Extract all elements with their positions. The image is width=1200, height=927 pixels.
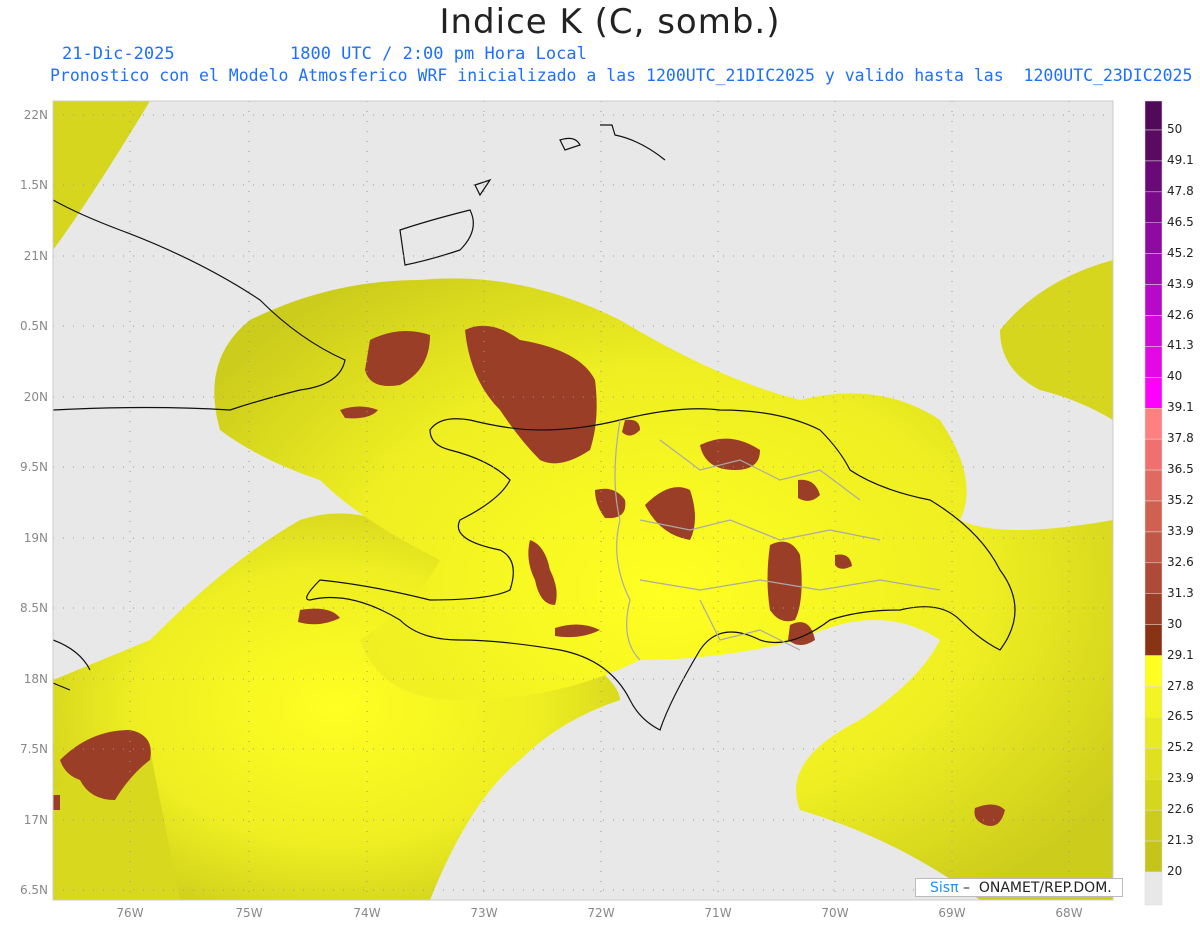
colorbar-swatch: [1144, 624, 1163, 656]
colorbar: [1144, 100, 1163, 906]
colorbar-label: 43.9: [1167, 276, 1194, 291]
credit-box: Sisπ – ONAMET/REP.DOM.: [915, 878, 1123, 897]
latitude-label: 8.5N: [20, 601, 48, 615]
latitude-label: 1.5N: [20, 178, 48, 192]
colorbar-label: 23.9: [1167, 771, 1194, 786]
latitude-label: 19N: [24, 531, 48, 545]
longitude-label: 75W: [235, 906, 262, 920]
colorbar-label: 45.2: [1167, 245, 1194, 260]
latitude-label: 0.5N: [20, 319, 48, 333]
colorbar-swatch: [1144, 160, 1163, 193]
colorbar-swatch: [1144, 129, 1163, 162]
colorbar-label: 25.2: [1167, 740, 1194, 755]
colorbar-swatch: [1144, 779, 1163, 811]
forecast-time: 1800 UTC / 2:00 pm Hora Local: [290, 44, 587, 64]
longitude-label: 69W: [938, 906, 965, 920]
latitude-label: 7.5N: [20, 742, 48, 756]
colorbar-swatch: [1144, 655, 1163, 687]
colorbar-swatch: [1144, 531, 1163, 564]
colorbar-swatch: [1144, 840, 1163, 873]
colorbar-swatch: [1144, 222, 1163, 254]
colorbar-label: 26.5: [1167, 709, 1194, 724]
colorbar-label: 40: [1167, 369, 1183, 384]
latitude-label: 17N: [24, 813, 48, 827]
latitude-label: 21N: [24, 249, 48, 263]
colorbar-swatch: [1144, 748, 1163, 780]
longitude-label: 72W: [587, 906, 614, 920]
longitude-label: 68W: [1055, 906, 1082, 920]
colorbar-label: 22.6: [1167, 802, 1194, 817]
latitude-label: 22N: [24, 108, 48, 122]
colorbar-label: 32.6: [1167, 554, 1194, 569]
colorbar-swatch: [1144, 438, 1163, 471]
colorbar-swatch: [1144, 284, 1163, 316]
forecast-date: 21-Dic-2025: [62, 44, 175, 64]
longitude-label: 74W: [353, 906, 380, 920]
colorbar-label: 31.3: [1167, 585, 1194, 600]
colorbar-swatch: [1144, 593, 1163, 625]
credit-text: – ONAMET/REP.DOM.: [958, 880, 1112, 896]
colorbar-swatch: [1144, 686, 1163, 718]
colorbar-label: 30: [1167, 616, 1183, 631]
colorbar-label: 27.8: [1167, 678, 1194, 693]
colorbar-label: 35.2: [1167, 493, 1194, 507]
k-index-map: 76W 75W 74W 73W 72W 71W 70W 69W 68W 22N 1.5N 21N 0.5…: [20, 100, 1163, 920]
colorbar-swatch: [1144, 871, 1163, 906]
colorbar-swatch: [1144, 500, 1163, 533]
chart-title: Indice K (C, somb.): [439, 2, 781, 42]
colorbar-swatch: [1144, 253, 1163, 285]
colorbar-swatch: [1144, 346, 1163, 378]
colorbar-label: 20: [1167, 864, 1183, 878]
credit-brand: Sisπ: [930, 880, 959, 896]
longitude-label: 76W: [116, 906, 143, 920]
forecast-description: Pronostico con el Modelo Atmosferico WRF…: [50, 66, 1193, 85]
colorbar-label: 36.5: [1167, 462, 1194, 477]
colorbar-label: 21.3: [1167, 833, 1194, 848]
colorbar-swatch: [1144, 469, 1163, 502]
colorbar-swatch: [1144, 809, 1163, 842]
latitude-label: 18N: [24, 672, 48, 686]
colorbar-swatch: [1144, 315, 1163, 347]
colorbar-label: 41.3: [1167, 338, 1194, 353]
colorbar-label: 29.1: [1167, 647, 1194, 662]
latitude-label: 6.5N: [20, 883, 48, 897]
colorbar-label: 47.8: [1167, 183, 1194, 198]
colorbar-label: 46.5: [1167, 214, 1194, 229]
longitude-label: 71W: [704, 906, 731, 920]
colorbar-swatch: [1144, 377, 1163, 409]
colorbar-swatch: [1144, 717, 1163, 749]
colorbar-swatch: [1144, 562, 1163, 594]
colorbar-label: 37.8: [1167, 431, 1194, 446]
colorbar-label: 50: [1167, 122, 1183, 136]
longitude-label: 73W: [470, 906, 497, 920]
longitude-label: 70W: [821, 906, 848, 920]
colorbar-swatch: [1144, 100, 1163, 131]
colorbar-label: 33.9: [1167, 523, 1194, 538]
colorbar-label: 42.6: [1167, 307, 1194, 322]
colorbar-swatch: [1144, 408, 1163, 440]
latitude-label: 9.5N: [20, 460, 48, 474]
colorbar-label: 39.1: [1167, 400, 1194, 415]
colorbar-swatch: [1144, 191, 1163, 223]
latitude-label: 20N: [24, 390, 48, 404]
colorbar-label: 49.1: [1167, 152, 1194, 167]
